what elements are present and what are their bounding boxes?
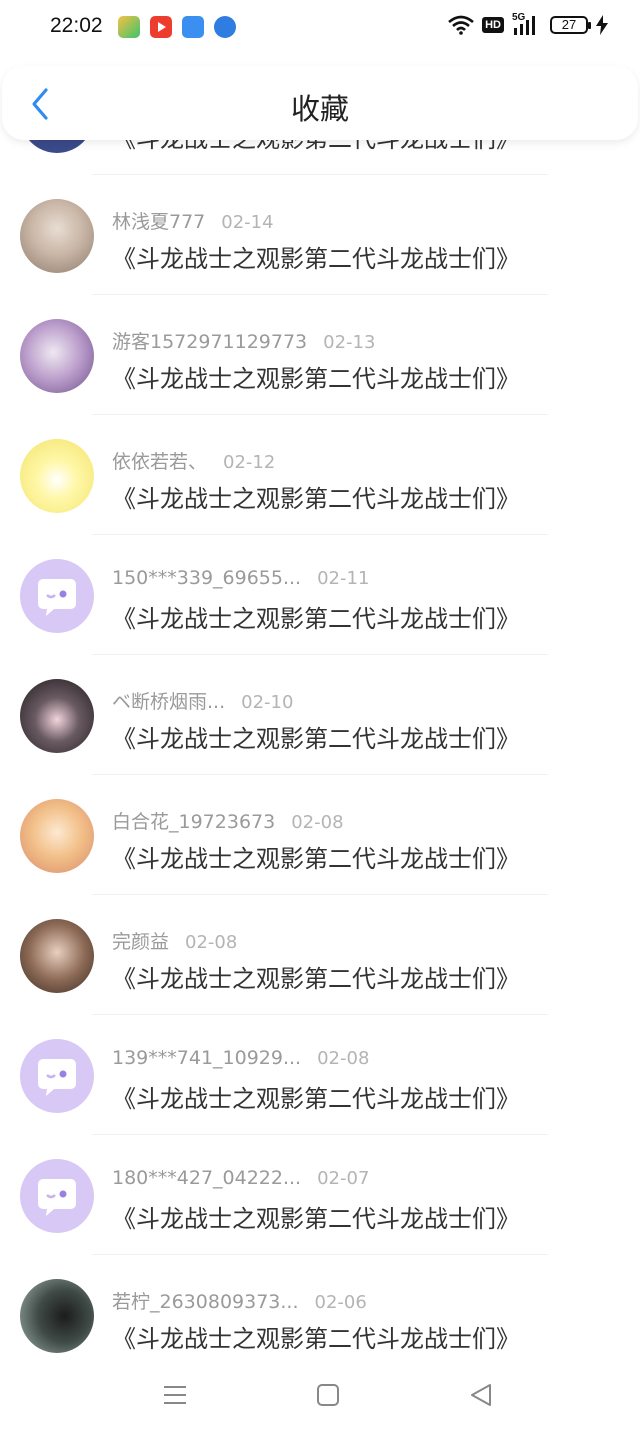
charging-icon <box>596 15 608 35</box>
user-name[interactable]: 若柠_2630809373... <box>112 1291 299 1313</box>
list-item[interactable]: 150***339_69655... 02-11 《斗龙战士之观影第二代斗龙战士们… <box>0 535 640 655</box>
battery-indicator: 27 <box>550 16 591 34</box>
page-title: 收藏 <box>290 92 349 126</box>
chat-bubble-icon <box>38 579 76 616</box>
list-item[interactable]: 完颜益 02-08 《斗龙战士之观影第二代斗龙战士们》 <box>0 895 640 1015</box>
user-name[interactable]: 139***741_10929... <box>112 1047 301 1069</box>
item-date: 02-11 <box>317 568 370 589</box>
home-button[interactable] <box>313 1380 343 1410</box>
item-date: 02-12 <box>223 452 276 473</box>
item-meta: 完颜益 02-08 <box>112 927 237 954</box>
default-avatar[interactable] <box>20 1039 94 1113</box>
favorites-list: 《斗龙战士之观影第二代斗龙战士们》 林浅夏777 02-14 《斗龙战士之观影第二… <box>0 55 640 1375</box>
item-title[interactable]: 《斗龙战士之观影第二代斗龙战士们》 <box>112 479 520 514</box>
triangle-back-icon <box>471 1384 491 1406</box>
status-indicators: HD 5G 27 <box>448 12 608 36</box>
avatar[interactable] <box>20 919 94 993</box>
wifi-icon <box>448 15 474 35</box>
signal-icon: 5G <box>512 12 542 36</box>
item-meta: 180***427_04222... 02-07 <box>112 1167 369 1189</box>
item-title[interactable]: 《斗龙战士之观影第二代斗龙战士们》 <box>112 1199 520 1234</box>
item-date: 02-13 <box>323 332 376 353</box>
status-time: 22:02 <box>50 14 103 37</box>
status-app-icons <box>118 16 236 38</box>
avatar[interactable] <box>20 679 94 753</box>
item-title[interactable]: 《斗龙战士之观影第二代斗龙战士们》 <box>112 1079 520 1114</box>
avatar[interactable] <box>20 319 94 393</box>
user-name[interactable]: 完颜益 <box>112 931 169 953</box>
avatar[interactable] <box>20 1279 94 1353</box>
item-meta: 林浅夏777 02-14 <box>112 207 274 234</box>
user-name[interactable]: 游客1572971129773 <box>112 331 307 353</box>
item-meta: 139***741_10929... 02-08 <box>112 1047 369 1069</box>
browser-app-icon <box>214 16 236 38</box>
item-date: 02-08 <box>185 932 238 953</box>
chat-bubble-icon <box>38 1179 76 1216</box>
item-meta: 若柠_2630809373... 02-06 <box>112 1287 367 1314</box>
user-name[interactable]: 林浅夏777 <box>112 211 205 233</box>
list-item[interactable]: 游客1572971129773 02-13 《斗龙战士之观影第二代斗龙战士们》 <box>0 295 640 415</box>
hd-badge: HD <box>482 17 504 33</box>
home-square-icon <box>317 1384 339 1406</box>
game-app-icon <box>118 16 140 38</box>
item-meta: 游客1572971129773 02-13 <box>112 327 375 354</box>
menu-icon <box>164 1386 186 1404</box>
avatar[interactable] <box>20 799 94 873</box>
back-nav-button[interactable] <box>466 1380 496 1410</box>
cloud-app-icon <box>182 16 204 38</box>
item-date: 02-07 <box>317 1168 370 1189</box>
list-item[interactable]: ベ断桥烟雨... 02-10 《斗龙战士之观影第二代斗龙战士们》 <box>0 655 640 775</box>
item-meta: 依依若若、 02-12 <box>112 447 275 474</box>
user-name[interactable]: 白合花_19723673 <box>112 811 275 833</box>
default-avatar[interactable] <box>20 1159 94 1233</box>
user-name[interactable]: ベ断桥烟雨... <box>112 691 225 713</box>
list-item[interactable]: 139***741_10929... 02-08 《斗龙战士之观影第二代斗龙战士们… <box>0 1015 640 1135</box>
user-name[interactable]: 依依若若、 <box>112 451 207 473</box>
list-item[interactable]: 白合花_19723673 02-08 《斗龙战士之观影第二代斗龙战士们》 <box>0 775 640 895</box>
status-bar: 22:02 HD 5G 27 <box>0 0 640 58</box>
menu-button[interactable] <box>160 1380 190 1410</box>
avatar[interactable] <box>20 199 94 273</box>
chat-bubble-icon <box>38 1059 76 1096</box>
list-item[interactable]: 林浅夏777 02-14 《斗龙战士之观影第二代斗龙战士们》 <box>0 175 640 295</box>
system-nav-bar <box>0 1358 640 1433</box>
list-item[interactable]: 若柠_2630809373... 02-06 《斗龙战士之观影第二代斗龙战士们》 <box>0 1255 640 1375</box>
avatar[interactable] <box>20 439 94 513</box>
item-meta: 150***339_69655... 02-11 <box>112 567 369 589</box>
user-name[interactable]: 150***339_69655... <box>112 567 301 589</box>
item-meta: ベ断桥烟雨... 02-10 <box>112 687 293 714</box>
item-title[interactable]: 《斗龙战士之观影第二代斗龙战士们》 <box>112 239 520 274</box>
video-app-icon <box>150 16 172 38</box>
item-date: 02-08 <box>317 1048 370 1069</box>
item-title[interactable]: 《斗龙战士之观影第二代斗龙战士们》 <box>112 1319 520 1354</box>
item-date: 02-14 <box>221 212 274 233</box>
default-avatar[interactable] <box>20 559 94 633</box>
app-header: 收藏 <box>2 66 638 140</box>
list-item[interactable]: 180***427_04222... 02-07 《斗龙战士之观影第二代斗龙战士们… <box>0 1135 640 1255</box>
item-title[interactable]: 《斗龙战士之观影第二代斗龙战士们》 <box>112 599 520 634</box>
user-name[interactable]: 180***427_04222... <box>112 1167 301 1189</box>
item-title[interactable]: 《斗龙战士之观影第二代斗龙战士们》 <box>112 839 520 874</box>
list-item[interactable]: 依依若若、 02-12 《斗龙战士之观影第二代斗龙战士们》 <box>0 415 640 535</box>
item-title[interactable]: 《斗龙战士之观影第二代斗龙战士们》 <box>112 959 520 994</box>
item-meta: 白合花_19723673 02-08 <box>112 807 344 834</box>
item-date: 02-06 <box>314 1292 367 1313</box>
item-date: 02-10 <box>241 692 294 713</box>
item-title[interactable]: 《斗龙战士之观影第二代斗龙战士们》 <box>112 359 520 394</box>
item-title[interactable]: 《斗龙战士之观影第二代斗龙战士们》 <box>112 719 520 754</box>
item-date: 02-08 <box>291 812 344 833</box>
